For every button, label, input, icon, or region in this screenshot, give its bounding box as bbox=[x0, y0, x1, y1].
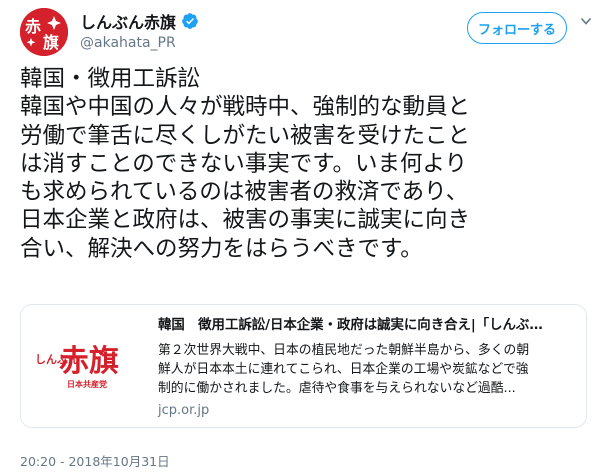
tweet-line: 合い、解決への努力をはらうべきです。 bbox=[20, 235, 423, 262]
svg-text:赤: 赤 bbox=[25, 17, 41, 36]
tweet-line: 韓国・徴用工訴訟 bbox=[20, 66, 201, 92]
card-description: 第２次世界大戦中、日本の植民地だった朝鮮半島から、多くの朝 鮮人が日本本土に連れ… bbox=[158, 341, 578, 398]
author-display-name[interactable]: しんぶん赤旗 bbox=[80, 9, 176, 33]
follow-button[interactable]: フォローする bbox=[467, 12, 567, 44]
avatar-logo: 赤 旗 bbox=[20, 8, 68, 56]
card-desc-line: 第２次世界大戦中、日本の植民地だった朝鮮半島から、多くの朝 bbox=[158, 343, 530, 358]
author-name-row[interactable]: しんぶん赤旗 bbox=[80, 10, 199, 32]
thumb-big-text: 赤旗 bbox=[59, 344, 119, 379]
card-desc-line: 鮮人が日本本土に連れてこられ、日本企業の工場や炭鉱などで強 bbox=[158, 362, 529, 377]
tweet-text: 韓国・徴用工訴訟 韓国や中国の人々が戦時中、強制的な動員と 労働で筆舌に尽くしが… bbox=[20, 65, 590, 263]
tweet-line: 労働で筆舌に尽くしがたい被害を受けたこと bbox=[20, 122, 471, 149]
card-domain: jcp.or.jp bbox=[158, 403, 210, 418]
tweet-header: 赤 旗 しんぶん赤旗 @akahata_PR フォローする bbox=[20, 8, 595, 56]
thumb-sub-text: 日本共産党 bbox=[67, 379, 107, 389]
verified-badge-icon bbox=[181, 12, 199, 30]
link-card[interactable]: しんぶん 赤旗 日本共産党 韓国 徴用工訴訟/日本企業・政府は誠実に向き合え|「… bbox=[20, 304, 587, 428]
tweet-line: 日本企業と政府は、被害の事実に誠実に向き bbox=[20, 207, 471, 234]
tweet-timestamp[interactable]: 20:20 - 2018年10月31日 bbox=[20, 451, 170, 470]
tweet-line: 韓国や中国の人々が戦時中、強制的な動員と bbox=[20, 94, 471, 121]
avatar[interactable]: 赤 旗 bbox=[20, 8, 68, 56]
card-title[interactable]: 韓国 徴用工訴訟/日本企業・政府は誠実に向き合え|「しんぶ… bbox=[158, 317, 578, 335]
svg-text:旗: 旗 bbox=[43, 33, 59, 52]
card-desc-line: 制的に働かされました。虐待や食事を与えられないなど過酷... bbox=[158, 381, 516, 396]
card-thumbnail[interactable]: しんぶん 赤旗 日本共産党 bbox=[21, 305, 145, 427]
chevron-down-icon[interactable] bbox=[577, 12, 595, 30]
tweet-line: は消すことのできない事実です。いま何より bbox=[20, 150, 468, 177]
author-handle[interactable]: @akahata_PR bbox=[80, 35, 176, 51]
card-body[interactable]: 韓国 徴用工訴訟/日本企業・政府は誠実に向き合え|「しんぶ… 第２次世界大戦中、… bbox=[158, 317, 578, 420]
tweet-line: も求められているのは被害者の救済であり、 bbox=[20, 179, 469, 206]
